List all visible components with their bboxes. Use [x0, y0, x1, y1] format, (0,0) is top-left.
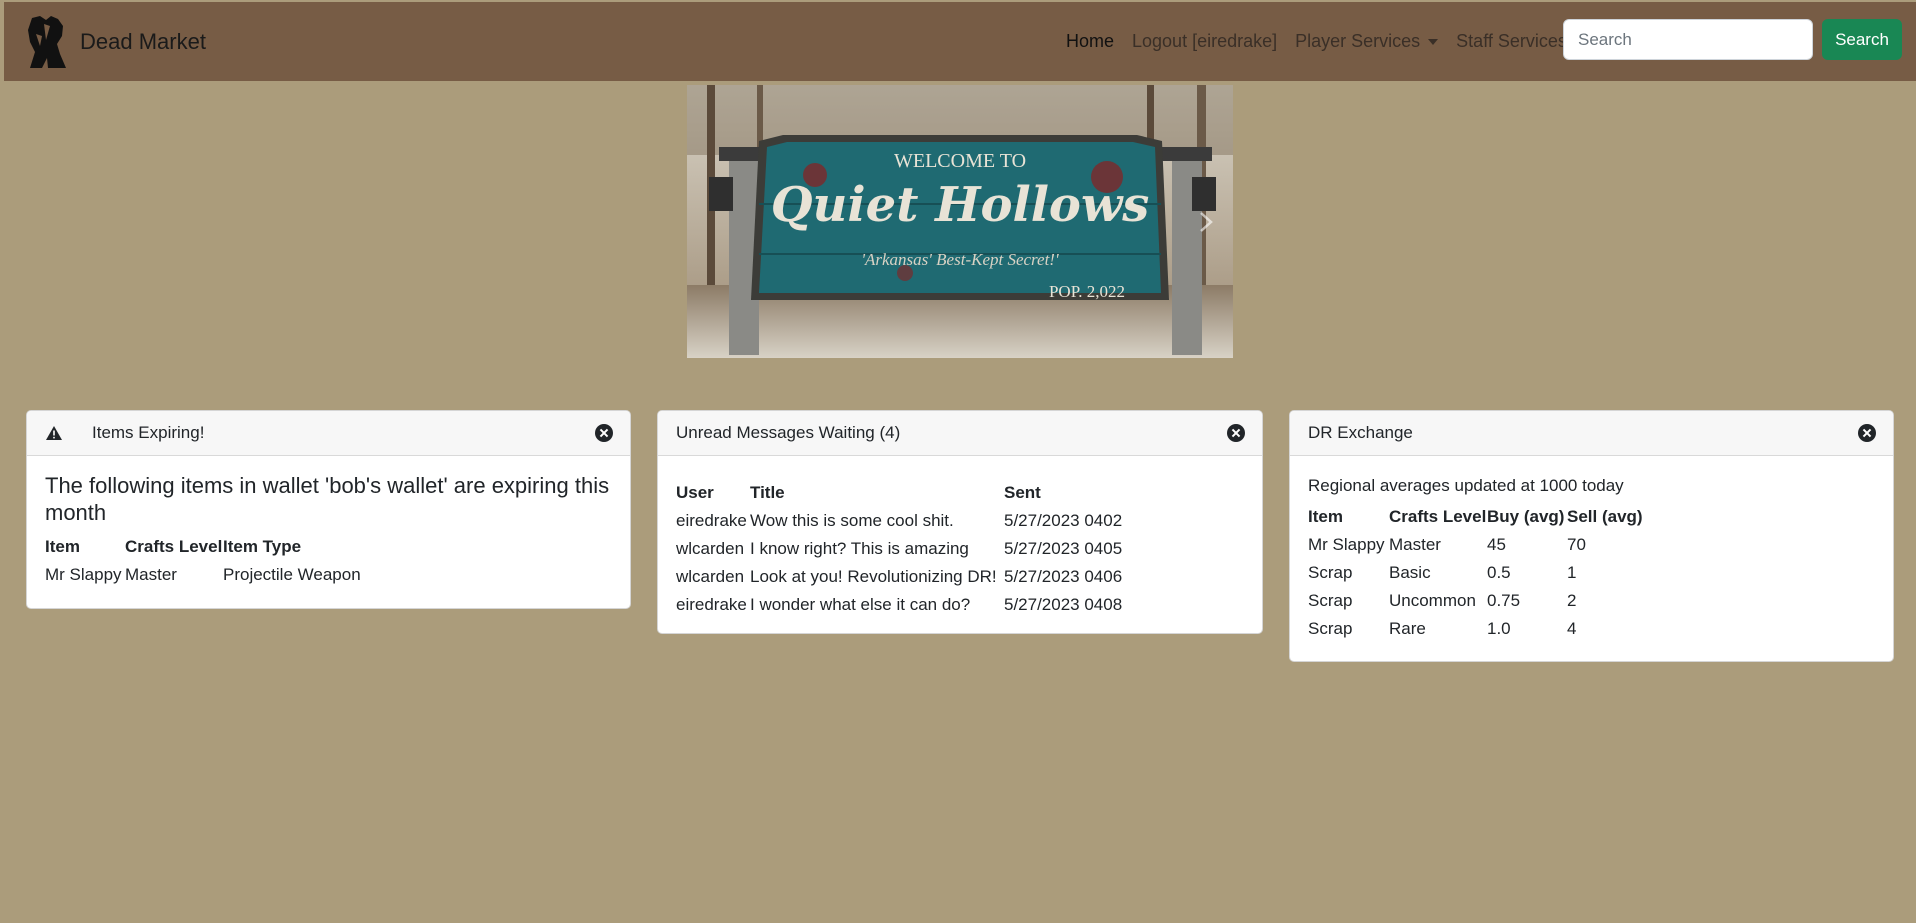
messages-table: User Title Sent eiredrake Wow this is so…: [676, 478, 1122, 619]
warning-icon: [46, 426, 62, 440]
nav-links: Home Logout [eiredrake] Player Services …: [1066, 2, 1585, 81]
table-cell: 5/27/2023 0405: [1004, 539, 1123, 558]
table-row: Scrap Basic 0.5 1: [1308, 559, 1643, 587]
table-cell: 5/27/2023 0402: [1004, 511, 1123, 530]
nav-logout-link[interactable]: Logout [eiredrake]: [1132, 31, 1277, 52]
table-cell: Rare: [1389, 619, 1426, 638]
table-cell: Mr Slappy: [45, 565, 122, 584]
dr-exchange-body: Regional averages updated at 1000 today …: [1290, 456, 1893, 659]
dr-exchange-title: DR Exchange: [1308, 423, 1413, 442]
table-cell: Basic: [1389, 563, 1431, 582]
welcome-sign-image: WELCOME TO Quiet Hollows 'Arkansas' Best…: [687, 85, 1233, 358]
zombie-hand-logo-icon: [28, 16, 66, 68]
hero-carousel-image: WELCOME TO Quiet Hollows 'Arkansas' Best…: [687, 85, 1233, 358]
table-cell: Uncommon: [1389, 591, 1476, 610]
table-cell: Projectile Weapon: [223, 565, 361, 584]
unread-messages-card: Unread Messages Waiting (4) User Title S…: [657, 410, 1263, 634]
search-button[interactable]: Search: [1822, 19, 1902, 60]
unread-messages-body: User Title Sent eiredrake Wow this is so…: [658, 456, 1262, 633]
table-header: Sell (avg): [1567, 506, 1643, 526]
table-cell: Look at you! Revolutionizing DR!: [750, 567, 997, 586]
table-cell: eiredrake: [676, 511, 747, 530]
table-cell: Wow this is some cool shit.: [750, 511, 954, 530]
brand-name: Dead Market: [80, 28, 206, 54]
sign-population-text: POP. 2,022: [1049, 282, 1125, 301]
table-cell: 0.5: [1487, 563, 1511, 582]
nav-home-link[interactable]: Home: [1066, 31, 1114, 52]
unread-messages-header: Unread Messages Waiting (4): [658, 411, 1262, 456]
table-header: Buy (avg): [1487, 506, 1565, 526]
table-header: Item: [1308, 506, 1343, 526]
dr-exchange-card: DR Exchange Regional averages updated at…: [1289, 410, 1894, 662]
table-cell: 2: [1567, 591, 1577, 610]
unread-messages-title: Unread Messages Waiting (4): [676, 423, 901, 442]
table-row[interactable]: eiredrake Wow this is some cool shit. 5/…: [676, 507, 1122, 535]
table-cell: I wonder what else it can do?: [750, 595, 971, 614]
table-cell: Mr Slappy: [1308, 535, 1385, 554]
table-cell: 5/27/2023 0408: [1004, 595, 1123, 614]
sign-title-text: Quiet Hollows: [771, 177, 1150, 233]
sign-welcome-text: WELCOME TO: [894, 150, 1026, 172]
table-cell: 4: [1567, 619, 1577, 638]
table-row[interactable]: eiredrake I wonder what else it can do? …: [676, 591, 1122, 619]
table-header: Item Type: [223, 536, 302, 556]
regional-averages-text: Regional averages updated at 1000 today: [1308, 476, 1624, 495]
search-input[interactable]: [1563, 19, 1813, 60]
expiring-message: The following items in wallet 'bob's wal…: [45, 473, 610, 525]
dr-exchange-header: DR Exchange: [1290, 411, 1893, 456]
table-row[interactable]: wlcarden Look at you! Revolutionizing DR…: [676, 563, 1122, 591]
table-header: Item: [45, 536, 80, 556]
caret-down-icon: [1428, 39, 1439, 46]
table-row: Scrap Rare 1.0 4: [1308, 615, 1643, 643]
table-row: Mr Slappy Master Projectile Weapon: [45, 561, 361, 589]
table-header: Crafts Level: [125, 536, 223, 556]
items-expiring-header: Items Expiring!: [27, 411, 630, 456]
brand[interactable]: Dead Market: [26, 14, 206, 69]
table-cell: Scrap: [1308, 619, 1353, 638]
table-cell: 70: [1567, 535, 1586, 554]
table-cell: wlcarden: [676, 567, 745, 586]
table-cell: 1: [1567, 563, 1577, 582]
table-cell: 0.75: [1487, 591, 1521, 610]
table-row: Scrap Uncommon 0.75 2: [1308, 587, 1643, 615]
table-cell: Scrap: [1308, 591, 1353, 610]
table-cell: 45: [1487, 535, 1506, 554]
table-cell: 1.0: [1487, 619, 1511, 638]
table-cell: Scrap: [1308, 563, 1353, 582]
table-header: Title: [750, 482, 785, 502]
table-cell: Master: [125, 565, 177, 584]
close-icon[interactable]: [1227, 424, 1245, 442]
items-expiring-title: Items Expiring!: [92, 423, 205, 442]
items-expiring-body: The following items in wallet 'bob's wal…: [27, 456, 630, 605]
table-header: Sent: [1004, 482, 1041, 502]
exchange-table: Item Crafts Level Buy (avg) Sell (avg) M…: [1308, 502, 1643, 643]
close-icon[interactable]: [1858, 424, 1876, 442]
sign-tagline-text: 'Arkansas' Best-Kept Secret!': [861, 250, 1059, 269]
player-services-label: Player Services: [1295, 31, 1421, 51]
items-expiring-card: Items Expiring! The following items in w…: [26, 410, 631, 609]
table-header: User: [676, 482, 714, 502]
table-cell: Master: [1389, 535, 1441, 554]
table-cell: 5/27/2023 0406: [1004, 567, 1123, 586]
table-row: Mr Slappy Master 45 70: [1308, 531, 1643, 559]
table-cell: eiredrake: [676, 595, 747, 614]
table-cell: wlcarden: [676, 539, 745, 558]
staff-services-label: Staff Services: [1456, 31, 1567, 51]
table-header: Crafts Level: [1389, 506, 1487, 526]
expiring-table: Item Crafts Level Item Type Mr Slappy Ma…: [45, 532, 361, 589]
table-cell: I know right? This is amazing: [750, 539, 969, 558]
table-row[interactable]: wlcarden I know right? This is amazing 5…: [676, 535, 1122, 563]
close-icon[interactable]: [595, 424, 613, 442]
nav-player-services-dropdown[interactable]: Player Services: [1295, 31, 1439, 52]
